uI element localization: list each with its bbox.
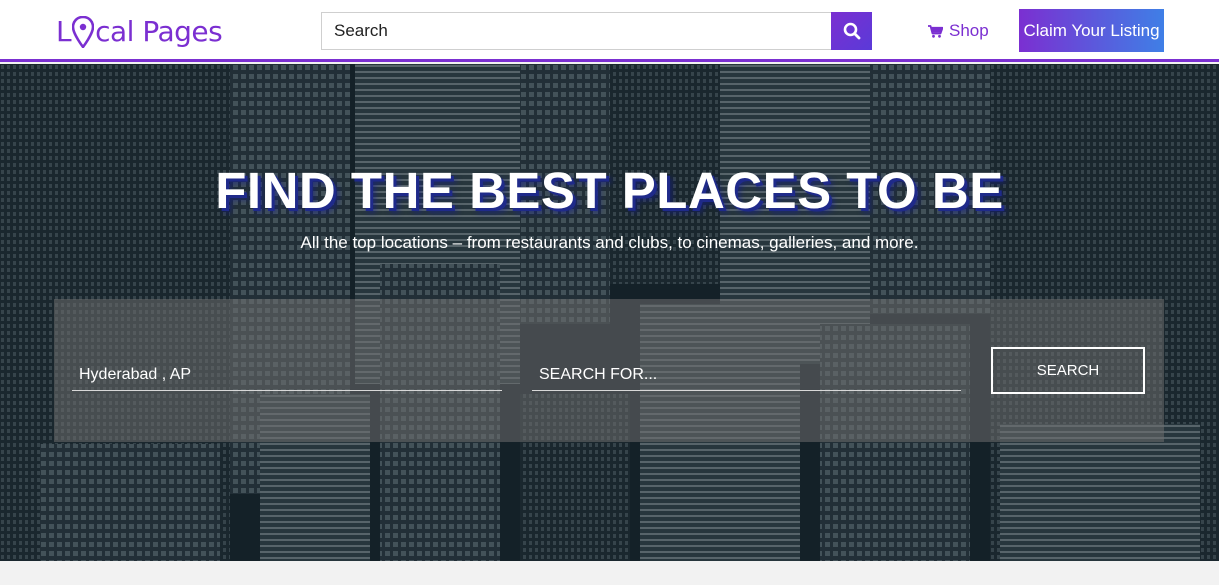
logo-text-end: cal Pages bbox=[95, 14, 223, 48]
shop-link-label: Shop bbox=[949, 21, 989, 40]
claim-listing-button[interactable]: Claim Your Listing bbox=[1019, 9, 1164, 52]
logo-text-start: L bbox=[56, 14, 72, 48]
search-button[interactable] bbox=[831, 12, 872, 50]
search-icon bbox=[843, 22, 860, 40]
hero-subtitle: All the top locations – from restaurants… bbox=[300, 233, 919, 252]
location-field[interactable]: Hyderabad , AP bbox=[72, 359, 502, 391]
site-header: L cal Pages Shop Claim Your Listing bbox=[0, 0, 1219, 62]
header-search bbox=[321, 12, 872, 50]
hero-section: FIND THE BEST PLACES TO BE All the top l… bbox=[0, 64, 1219, 561]
search-for-field[interactable]: SEARCH FOR... bbox=[532, 359, 961, 391]
search-input[interactable] bbox=[321, 12, 831, 50]
map-pin-icon bbox=[72, 14, 95, 48]
shop-link[interactable]: Shop bbox=[928, 20, 989, 42]
hero-search-panel: Hyderabad , AP SEARCH FOR... SEARCH bbox=[54, 299, 1164, 442]
hero-title: FIND THE BEST PLACES TO BE bbox=[215, 162, 1004, 219]
site-logo[interactable]: L cal Pages bbox=[56, 10, 223, 52]
shopping-cart-icon bbox=[928, 24, 943, 38]
hero-search-button[interactable]: SEARCH bbox=[991, 347, 1145, 394]
